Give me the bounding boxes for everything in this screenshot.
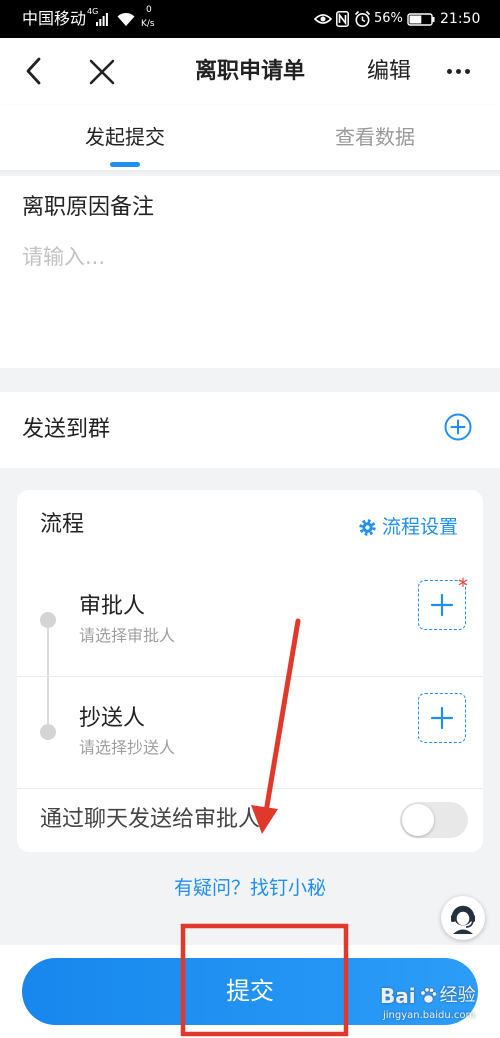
signal-icon — [96, 13, 108, 26]
add-cc-button[interactable] — [418, 693, 466, 743]
row-divider — [17, 788, 483, 789]
watermark-brand: Bai — [380, 984, 416, 1008]
plus-icon — [430, 706, 454, 730]
carrier-name: 中国移动 — [22, 9, 87, 28]
plus-circle-icon[interactable] — [444, 413, 472, 441]
watermark-url: jingyan.baidu.com — [383, 1010, 476, 1021]
process-settings-link[interactable]: 流程设置 — [382, 515, 458, 539]
battery-icon — [407, 13, 435, 26]
tab-bar: 发起提交 查看数据 — [0, 105, 500, 170]
alarm-icon — [354, 10, 371, 27]
approver-step-dot — [40, 612, 56, 628]
active-tab-indicator — [110, 162, 140, 167]
status-bar: 中国移动 4G 0 K/s 56% 21:50 — [0, 0, 500, 38]
clock-time: 21:50 — [440, 11, 481, 27]
tab-submit[interactable]: 发起提交 — [50, 124, 200, 150]
process-title: 流程 — [40, 512, 85, 537]
speed-value: 0 — [146, 5, 152, 15]
customer-service-button[interactable] — [441, 896, 485, 940]
required-mark: * — [458, 574, 468, 598]
customer-service-icon — [451, 905, 475, 934]
remark-input[interactable] — [22, 244, 478, 354]
wifi-icon — [117, 12, 135, 26]
send-to-group-row[interactable]: 发送到群 — [0, 392, 500, 468]
chat-notify-label: 通过聊天发送给审批人 — [40, 807, 261, 832]
remark-section: 离职原因备注 — [0, 176, 500, 368]
battery-percent: 56% — [374, 11, 403, 26]
nfc-icon — [336, 11, 349, 27]
approver-label: 审批人 — [79, 594, 146, 619]
app-screen: 中国移动 4G 0 K/s 56% 21:50 离职申请单 编辑 发起提交 查看… — [0, 0, 500, 1038]
send-to-group-label: 发送到群 — [22, 417, 111, 442]
cc-label: 抄送人 — [79, 706, 146, 731]
paw-icon — [420, 987, 437, 1004]
header-bar: 离职申请单 编辑 — [0, 38, 500, 105]
page-title: 离职申请单 — [194, 59, 305, 84]
watermark-product: 经验 — [439, 985, 476, 1006]
cc-step-dot — [40, 724, 56, 740]
speed-unit: K/s — [141, 19, 155, 29]
row-divider — [17, 676, 483, 677]
remark-label: 离职原因备注 — [22, 195, 155, 220]
close-icon[interactable] — [89, 59, 115, 85]
cc-hint: 请选择抄送人 — [79, 738, 176, 757]
chat-notify-toggle[interactable] — [400, 802, 468, 838]
tab-view-data[interactable]: 查看数据 — [300, 124, 450, 150]
gear-icon[interactable] — [359, 519, 376, 536]
approver-hint: 请选择审批人 — [79, 626, 176, 645]
toggle-knob — [402, 804, 434, 836]
edit-button[interactable]: 编辑 — [367, 58, 411, 86]
more-icon[interactable] — [447, 69, 470, 74]
process-card: 流程 流程设置 审批人 请选择审批人 * 抄送人 请选择抄送人 通过聊天发送给审… — [17, 490, 483, 852]
watermark: Bai 经验 jingyan.baidu.com — [380, 983, 476, 1023]
eye-comfort-icon — [314, 14, 332, 24]
back-icon[interactable] — [24, 57, 44, 85]
help-link[interactable]: 有疑问？找钉小秘 — [0, 876, 500, 900]
plus-icon — [430, 593, 454, 617]
